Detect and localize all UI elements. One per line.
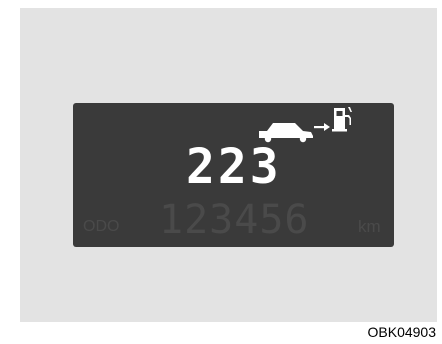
- page: 223 ODO 123456 km OBK04903: [0, 0, 442, 344]
- distance-to-empty-value: 223: [186, 139, 282, 195]
- arrow-to-fuel-icon: [314, 123, 330, 131]
- odometer-unit: km: [358, 217, 381, 236]
- lcd-display: 223 ODO 123456 km: [73, 103, 394, 247]
- figure-code-caption: OBK04903: [363, 322, 438, 342]
- odometer-value: 123456: [159, 197, 310, 243]
- fuel-pump-icon: [332, 107, 352, 132]
- odometer-label: ODO: [83, 218, 119, 235]
